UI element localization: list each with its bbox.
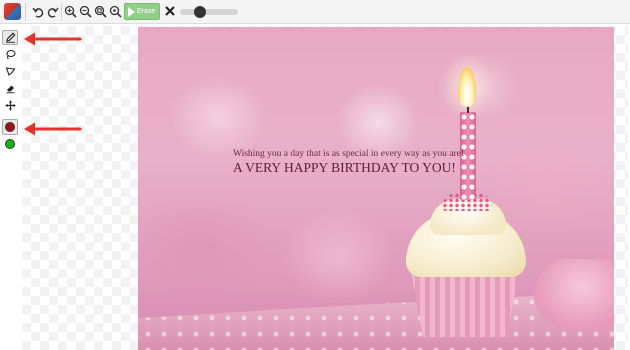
- redo-icon[interactable]: [45, 4, 60, 19]
- move-tool-button[interactable]: [2, 98, 18, 113]
- foreground-color-swatch: [5, 122, 15, 132]
- polygon-lasso-icon: [5, 67, 15, 76]
- toolbar-separator: [25, 3, 26, 21]
- zoom-out-icon[interactable]: [78, 4, 93, 19]
- undo-icon[interactable]: [30, 4, 45, 19]
- annotation-arrow-color: [24, 122, 82, 136]
- eraser-icon: [6, 85, 14, 94]
- pencil-tool-button[interactable]: [2, 30, 18, 45]
- wish-text: Wishing you a day that is as special in …: [233, 149, 464, 159]
- erase-button-label: Erase: [137, 8, 156, 15]
- erase-button[interactable]: Erase: [124, 3, 160, 20]
- polygon-lasso-tool-button[interactable]: [2, 64, 18, 79]
- birthday-photo[interactable]: Wishing you a day that is as special in …: [138, 27, 614, 350]
- background-color-swatch: [5, 139, 15, 149]
- zoom-reset-icon[interactable]: [108, 4, 123, 19]
- close-icon[interactable]: [163, 4, 177, 18]
- app-logo-icon[interactable]: [4, 3, 21, 20]
- background-color-button[interactable]: [2, 136, 18, 152]
- pencil-icon: [5, 32, 15, 43]
- zoom-fit-icon[interactable]: [93, 4, 108, 19]
- photo-editor-app: Erase Wishing you a day that is as speci…: [0, 0, 630, 350]
- lasso-tool-button[interactable]: [2, 47, 18, 62]
- slider-handle[interactable]: [193, 6, 206, 18]
- brush-size-slider[interactable]: [180, 6, 238, 18]
- annotation-arrow-pencil: [24, 32, 82, 46]
- play-icon: [128, 6, 135, 17]
- top-toolbar: Erase: [0, 0, 630, 24]
- lasso-icon: [5, 49, 16, 60]
- zoom-in-icon[interactable]: [63, 4, 78, 19]
- foreground-color-button[interactable]: [2, 119, 18, 135]
- birthday-text: A VERY HAPPY BIRTHDAY TO YOU!: [233, 160, 456, 175]
- ribbon: [534, 259, 614, 329]
- move-icon: [5, 100, 15, 111]
- toolbar-separator: [61, 3, 62, 21]
- eraser-tool-button[interactable]: [2, 81, 18, 96]
